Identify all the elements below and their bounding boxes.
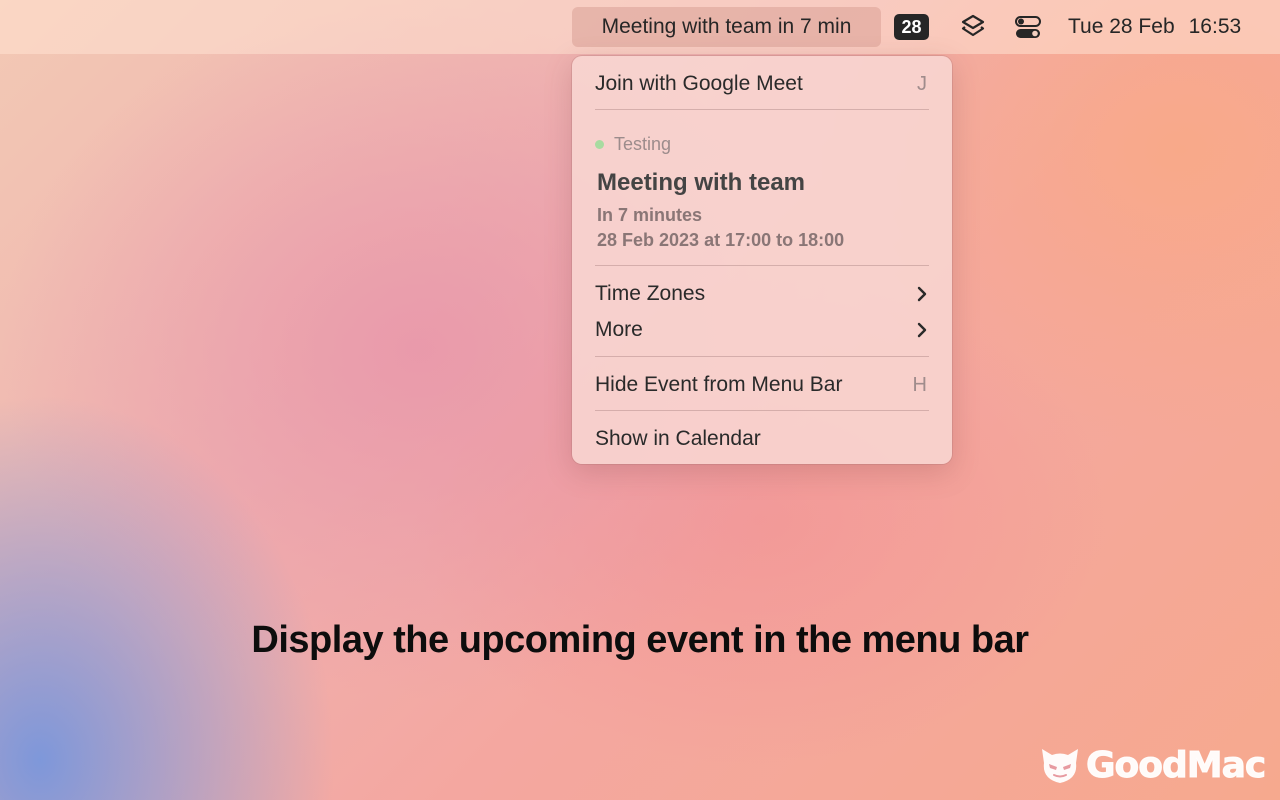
layers-icon[interactable] <box>958 12 988 42</box>
menu-separator <box>595 265 929 266</box>
join-google-meet-label: Join with Google Meet <box>595 72 803 95</box>
menu-bar-clock[interactable]: Tue 28 Feb 16:53 <box>1068 7 1241 47</box>
more-item[interactable]: More <box>595 315 929 345</box>
goodmac-logo-icon <box>1042 749 1078 783</box>
menu-bar-event-button[interactable]: Meeting with team in 7 min <box>572 7 881 47</box>
goodmac-brand-text: GoodMac <box>1085 744 1266 786</box>
event-calendar-name: Testing <box>595 132 671 156</box>
event-time-range: 28 Feb 2023 at 17:00 to 18:00 <box>597 230 845 250</box>
calendar-badge-icon[interactable]: 28 <box>894 14 929 40</box>
calendar-color-dot-icon <box>595 140 604 149</box>
show-in-calendar-label: Show in Calendar <box>595 427 761 450</box>
join-google-meet-item[interactable]: Join with Google Meet J <box>595 69 929 99</box>
show-in-calendar-item[interactable]: Show in Calendar <box>595 424 929 454</box>
hide-event-item[interactable]: Hide Event from Menu Bar H <box>595 370 929 400</box>
feature-caption: Display the upcoming event in the menu b… <box>251 619 1029 661</box>
goodmac-watermark: GoodMac <box>1038 740 1268 790</box>
menu-separator <box>595 109 929 110</box>
event-dropdown-menu: Join with Google Meet J Testing Meeting … <box>572 56 952 464</box>
time-zones-item[interactable]: Time Zones <box>595 279 929 309</box>
chevron-right-icon <box>917 286 927 302</box>
hide-event-label: Hide Event from Menu Bar <box>595 373 843 396</box>
menu-separator <box>595 410 929 411</box>
hide-shortcut: H <box>912 374 927 396</box>
event-title: Meeting with team <box>597 169 806 196</box>
calendar-name-label: Testing <box>614 134 672 154</box>
menu-bar-date: Tue 28 Feb <box>1068 15 1175 38</box>
time-zones-label: Time Zones <box>595 282 706 305</box>
menu-bar: Meeting with team in 7 min 28 Tue 28 Feb… <box>0 0 1280 54</box>
menu-bar-time: 16:53 <box>1188 15 1242 38</box>
menu-separator <box>595 356 929 357</box>
more-label: More <box>595 318 643 341</box>
chevron-right-icon <box>917 322 927 338</box>
event-relative-time: In 7 minutes <box>597 205 703 225</box>
join-shortcut: J <box>917 73 927 95</box>
control-center-icon[interactable] <box>1013 12 1043 42</box>
